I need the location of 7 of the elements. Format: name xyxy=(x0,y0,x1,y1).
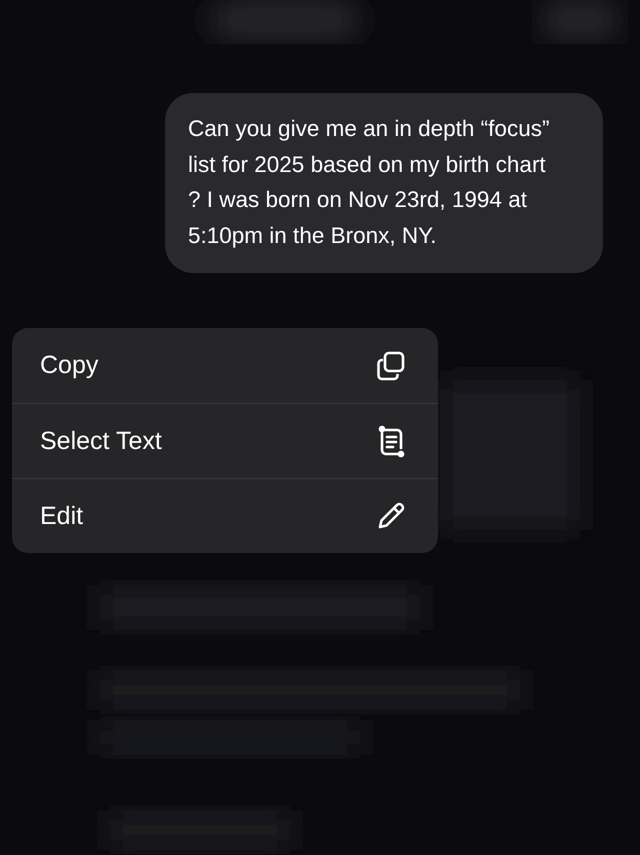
menu-item[interactable]: Edit xyxy=(12,478,438,553)
message-bubble: Can you give me an in depth “focus” list for 2025 based on my birth chart ? I was born on Nov 23rd, 1994 at 5:10pm in the Bronx, NY. xyxy=(165,93,603,273)
menu-item-label: Copy xyxy=(40,351,98,380)
menu-item[interactable]: Copy xyxy=(12,328,438,403)
menu-item[interactable]: Select Text xyxy=(12,403,438,478)
menu-item-label: Edit xyxy=(40,502,84,530)
menu-item-label: Select Text xyxy=(40,426,162,456)
